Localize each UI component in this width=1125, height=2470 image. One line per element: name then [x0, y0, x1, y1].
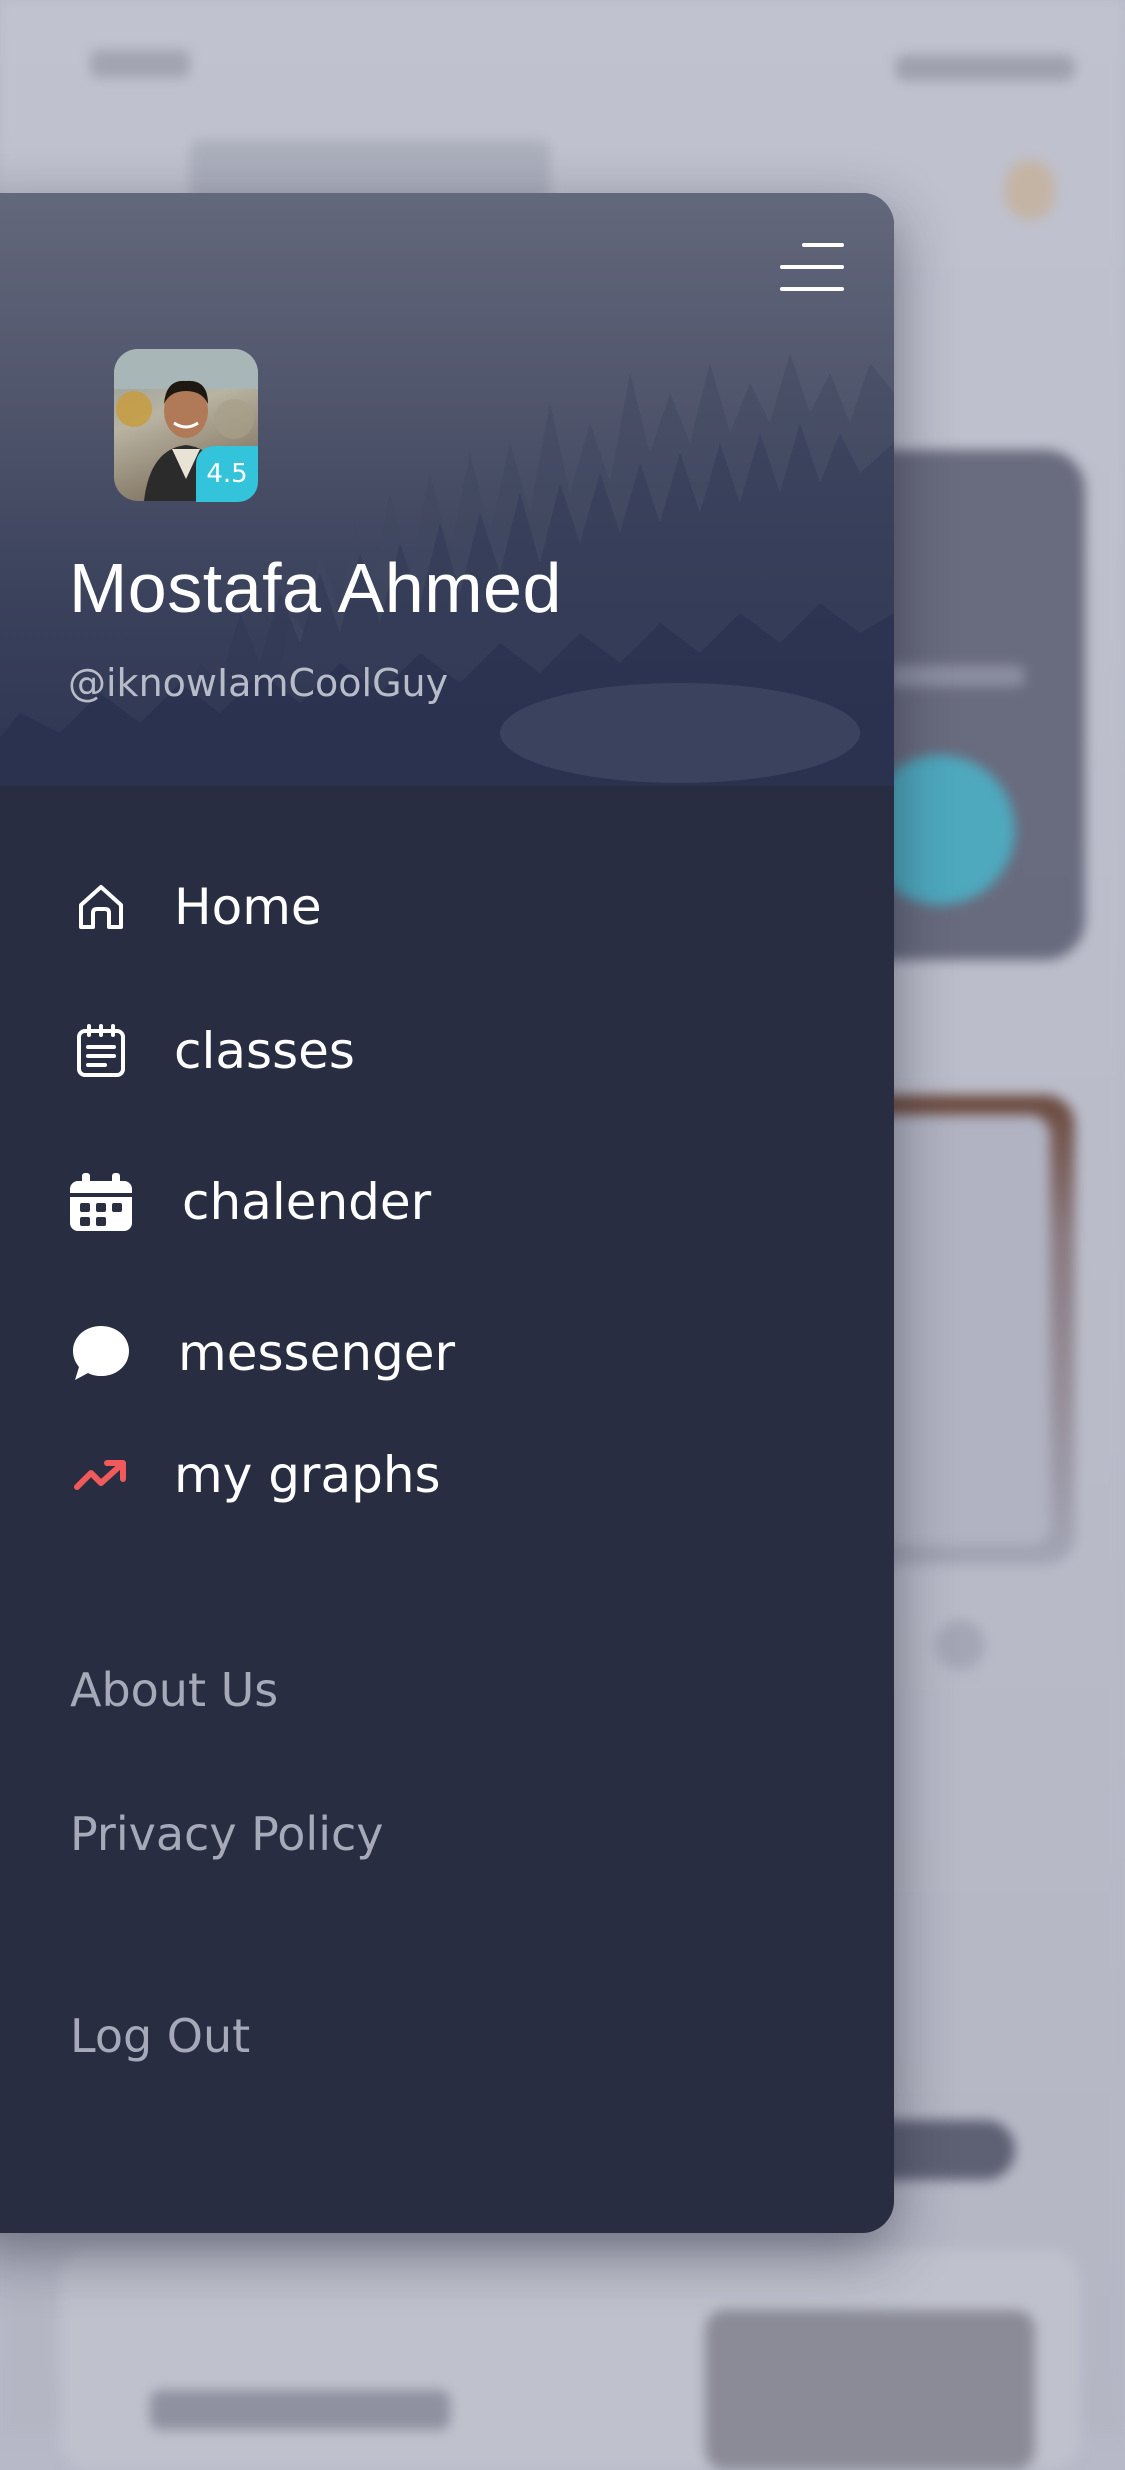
background-bottom-text	[150, 2390, 450, 2430]
background-dot	[935, 1620, 985, 1670]
home-icon	[68, 874, 134, 940]
nav-item-messenger[interactable]: messenger	[68, 1320, 455, 1386]
nav-item-home[interactable]: Home	[68, 874, 322, 940]
nav-label-chalender: chalender	[182, 1173, 432, 1231]
nav-label-messenger: messenger	[178, 1324, 456, 1382]
trending-up-icon	[68, 1442, 134, 1508]
user-name: Mostafa Ahmed	[69, 549, 562, 627]
nav-label-classes: classes	[174, 1022, 355, 1080]
chat-bubble-icon	[68, 1320, 134, 1386]
background-card-line	[885, 665, 1025, 687]
status-icons-placeholder	[895, 55, 1075, 81]
bell-icon	[1005, 160, 1055, 220]
user-handle: @iknowIamCoolGuy	[68, 661, 449, 705]
background-bottom-image	[705, 2310, 1035, 2470]
privacy-policy-link[interactable]: Privacy Policy	[70, 1807, 384, 1861]
logout-link[interactable]: Log Out	[70, 2009, 250, 2063]
nav-item-chalender[interactable]: chalender	[68, 1169, 431, 1235]
calendar-list-icon	[68, 1018, 134, 1084]
nav-label-home: Home	[174, 878, 322, 936]
rating-badge: 4.5	[196, 446, 258, 502]
nav-label-my-graphs: my graphs	[174, 1446, 441, 1504]
menu-icon[interactable]	[780, 243, 844, 295]
about-us-link[interactable]: About Us	[70, 1663, 278, 1717]
drawer-header: 4.5 Mostafa Ahmed @iknowIamCoolGuy	[0, 193, 894, 786]
side-drawer: 4.5 Mostafa Ahmed @iknowIamCoolGuy Home	[0, 193, 894, 2233]
calendar-icon	[68, 1169, 134, 1235]
nav-item-my-graphs[interactable]: my graphs	[68, 1442, 441, 1508]
status-time-placeholder	[90, 50, 190, 78]
nav-item-classes[interactable]: classes	[68, 1018, 355, 1084]
background-photo-inner	[870, 1115, 1050, 1545]
